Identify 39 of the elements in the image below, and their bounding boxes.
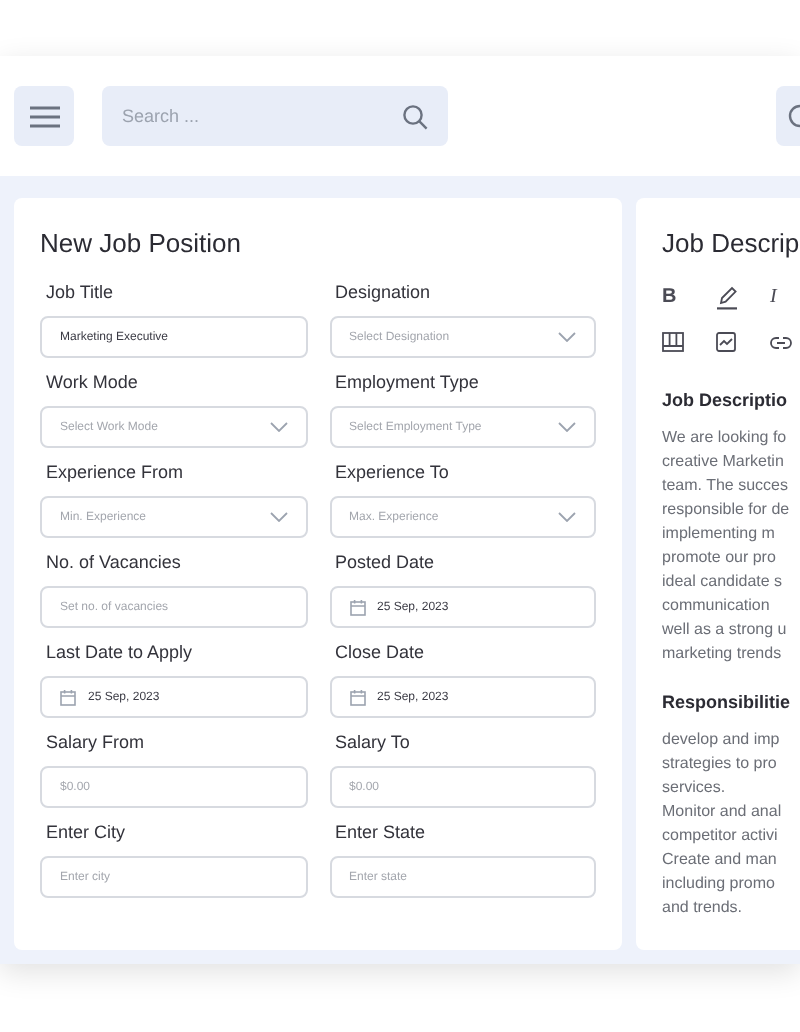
- section-heading: Responsibilitie: [662, 690, 793, 716]
- field-label: Experience From: [44, 460, 186, 484]
- icon-button[interactable]: [776, 86, 800, 146]
- description-title: Job Descrip: [662, 228, 800, 260]
- field-label: Experience To: [333, 460, 451, 484]
- field-label: Close Date: [333, 640, 427, 664]
- chevron-down-icon: [269, 422, 287, 432]
- calendar-icon: [349, 689, 365, 705]
- field-label: Enter City: [44, 820, 128, 844]
- section-heading: Job Descriptio: [662, 388, 790, 414]
- chevron-down-icon: [558, 512, 576, 522]
- layout-icon[interactable]: [662, 332, 684, 352]
- field-label: Enter State: [333, 820, 428, 844]
- pen-icon[interactable]: [716, 286, 738, 310]
- bold-button[interactable]: B: [662, 286, 677, 310]
- search-field[interactable]: Search ...: [102, 86, 448, 146]
- search-icon: [402, 104, 428, 130]
- field-label: Salary To: [333, 730, 412, 754]
- field-label: No. of Vacancies: [44, 550, 183, 574]
- italic-button[interactable]: I: [770, 286, 777, 310]
- chevron-down-icon: [558, 332, 576, 342]
- field-label: Designation: [333, 280, 433, 304]
- calendar-icon: [60, 689, 76, 705]
- description-paragraph: develop and imp strategies to pro services. Monitor and anal competitor activi Create and man including promo and trends.: [662, 728, 784, 920]
- field-label: Salary From: [44, 730, 147, 754]
- form-title: New Job Position: [40, 228, 243, 260]
- image-icon[interactable]: [716, 332, 736, 352]
- field-label: Posted Date: [333, 550, 437, 574]
- menu-icon: [29, 105, 59, 127]
- link-icon[interactable]: [770, 335, 792, 349]
- chevron-down-icon: [558, 422, 576, 432]
- calendar-icon: [349, 599, 365, 615]
- field-label: Work Mode: [44, 370, 140, 394]
- chevron-down-icon: [269, 512, 287, 522]
- description-paragraph: We are looking fo creative Marketin team. The succes responsible for de implementing m promote our pro ideal candidate s communication well as a strong u marketing trends: [662, 426, 792, 666]
- field-label: Last Date to Apply: [44, 640, 195, 664]
- menu-button[interactable]: [14, 86, 74, 146]
- field-label: Job Title: [44, 280, 116, 304]
- field-label: Employment Type: [333, 370, 481, 394]
